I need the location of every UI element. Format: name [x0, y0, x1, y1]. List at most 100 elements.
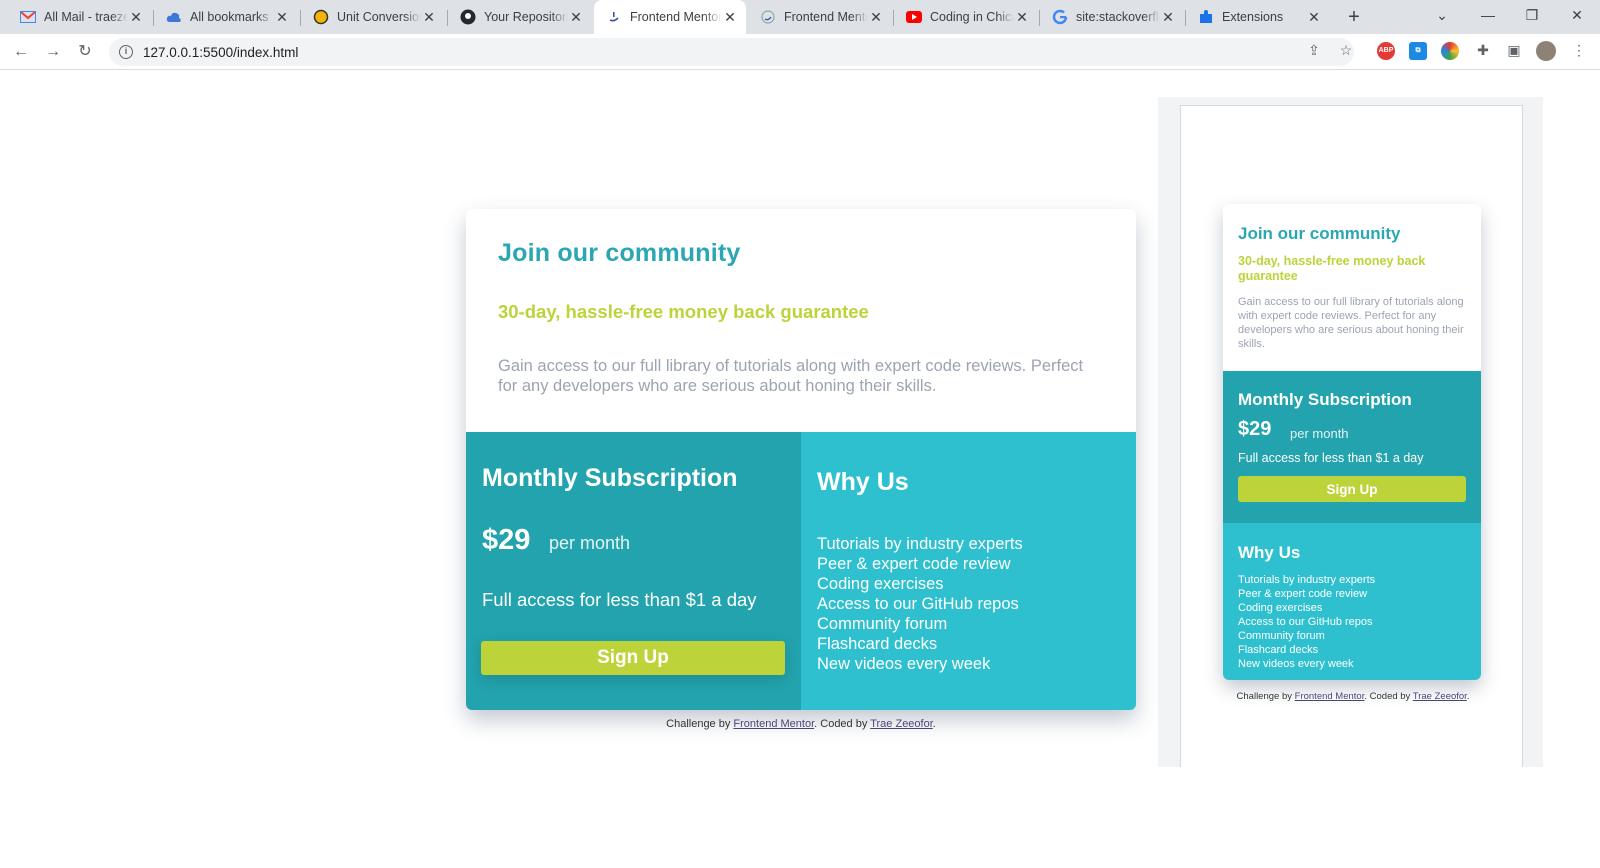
list-item: Tutorials by industry experts [817, 535, 1023, 553]
tab-label: Frontend Mentor [784, 10, 868, 24]
mobile-why-us-panel: Why Us Tutorials by industry experts Pee… [1223, 523, 1481, 680]
tab-extensions[interactable]: Extensions ✕ [1186, 0, 1330, 34]
mobile-sign-up-button[interactable]: Sign Up [1238, 476, 1466, 502]
address-bar[interactable]: i 127.0.0.1:5500/index.html [109, 38, 1354, 66]
tab-github[interactable]: Your Repositories ✕ [448, 0, 592, 34]
bookmark-star-icon[interactable]: ☆ [1335, 39, 1357, 61]
close-icon[interactable]: ✕ [1306, 9, 1322, 26]
tab-youtube[interactable]: Coding in Chicago ✕ [894, 0, 1038, 34]
attribution-prefix: Challenge by [666, 718, 734, 730]
price-period: per month [549, 533, 631, 553]
frontend-mentor-link[interactable]: Frontend Mentor [733, 718, 814, 730]
mobile-subscription-panel: Monthly Subscription $29 per month Full … [1223, 371, 1481, 523]
close-icon[interactable]: ✕ [868, 9, 884, 26]
menu-kebab-icon[interactable]: ⋮ [1568, 39, 1590, 61]
author-link[interactable]: Trae Zeeofor [1413, 691, 1467, 702]
color-picker-icon[interactable] [1441, 42, 1459, 60]
tab-label: Frontend Mentor [630, 10, 722, 24]
tab-google-search[interactable]: site:stackoverflow ✕ [1040, 0, 1184, 34]
mobile-why-us-title: Why Us [1238, 543, 1301, 562]
side-panel-icon[interactable]: ▣ [1503, 39, 1525, 61]
url-text: 127.0.0.1:5500/index.html [143, 44, 299, 60]
subscription-title: Monthly Subscription [482, 464, 738, 492]
maximize-button[interactable]: ❐ [1510, 0, 1554, 34]
guarantee-text: 30-day, hassle-free money back guarantee [498, 301, 869, 322]
close-icon[interactable]: ✕ [1160, 9, 1176, 26]
frontend-mentor-icon [606, 9, 622, 25]
list-item: Access to our GitHub repos [1238, 616, 1373, 628]
tab-frontend-mentor-active[interactable]: Frontend Mentor ✕ [594, 0, 746, 34]
mobile-price-period: per month [1290, 426, 1349, 441]
tab-label: Extensions [1222, 10, 1284, 24]
attribution-suffix: . [1466, 691, 1470, 702]
tab-label: Coding in Chicago [930, 10, 1014, 24]
attribution-prefix: Challenge by [1236, 691, 1295, 702]
mobile-full-access-text: Full access for less than $1 a day [1238, 451, 1424, 465]
frontend-mentor-link[interactable]: Frontend Mentor [1295, 691, 1365, 702]
mobile-card-intro: Join our community 30-day, hassle-free m… [1223, 204, 1481, 371]
attribution: Challenge by Frontend Mentor. Coded by T… [466, 718, 1136, 730]
page-viewport: Join our community 30-day, hassle-free m… [0, 70, 1600, 868]
close-window-button[interactable]: ✕ [1555, 0, 1599, 34]
extension-icon[interactable]: ⧉ [1409, 42, 1427, 60]
list-item: Community forum [817, 615, 948, 633]
close-icon[interactable]: ✕ [274, 9, 290, 26]
mobile-description-text: Gain access to our full library of tutor… [1238, 296, 1464, 350]
mobile-preview-frame: Join our community 30-day, hassle-free m… [1180, 105, 1523, 767]
tab-frontend-mentor[interactable]: Frontend Mentor ✕ [748, 0, 892, 34]
gmail-icon [20, 9, 36, 25]
mobile-card-title: Join our community [1238, 224, 1401, 243]
share-icon[interactable]: ⇪ [1303, 39, 1325, 61]
author-link[interactable]: Trae Zeeofor [870, 718, 933, 730]
reload-icon[interactable]: ↻ [72, 39, 98, 65]
list-item: Peer & expert code review [1238, 588, 1368, 600]
puzzle-icon [1198, 9, 1214, 25]
price: $29 [482, 524, 531, 556]
community-card: Join our community 30-day, hassle-free m… [466, 209, 1136, 710]
tab-label: Unit Conversion [337, 10, 421, 24]
why-us-title: Why Us [817, 468, 909, 496]
card-title: Join our community [498, 239, 741, 267]
list-item: Coding exercises [1238, 602, 1323, 614]
back-icon[interactable]: ← [8, 39, 34, 65]
close-icon[interactable]: ✕ [1014, 9, 1030, 26]
site-info-icon[interactable]: i [119, 45, 133, 59]
tab-bookmarks[interactable]: All bookmarks ✕ [154, 0, 298, 34]
list-item: Peer & expert code review [817, 555, 1011, 573]
list-item: Coding exercises [817, 575, 944, 593]
tab-gmail[interactable]: All Mail - traeze ✕ [8, 0, 152, 34]
why-us-panel: Why Us Tutorials by industry experts Pee… [801, 432, 1136, 710]
tab-label: site:stackoverflow [1076, 10, 1160, 24]
tab-label: All bookmarks [190, 10, 269, 24]
card-intro: Join our community 30-day, hassle-free m… [466, 209, 1136, 432]
google-icon [1052, 9, 1068, 25]
full-access-text: Full access for less than $1 a day [482, 589, 757, 610]
minimize-button[interactable]: — [1466, 0, 1510, 34]
tab-search-icon[interactable]: ⌄ [1420, 0, 1464, 34]
cloud-icon [166, 9, 182, 25]
tab-unit-conversion[interactable]: Unit Conversion ✕ [301, 0, 445, 34]
close-icon[interactable]: ✕ [128, 9, 144, 26]
tab-label: All Mail - traeze [44, 10, 128, 24]
new-tab-button[interactable]: + [1341, 4, 1367, 30]
mobile-why-us-list: Tutorials by industry experts Peer & exp… [1238, 573, 1375, 671]
list-item: New videos every week [817, 655, 991, 673]
subscription-panel: Monthly Subscription $29 per month Full … [466, 432, 801, 710]
browser-tab-bar: All Mail - traeze ✕ All bookmarks ✕ Unit… [0, 0, 1600, 34]
browser-toolbar: ← → ↻ i 127.0.0.1:5500/index.html ⇪ ☆ AB… [0, 34, 1600, 70]
description-text: Gain access to our full library of tutor… [498, 357, 1084, 395]
close-icon[interactable]: ✕ [568, 9, 584, 26]
forward-icon[interactable]: → [40, 39, 66, 65]
close-icon[interactable]: ✕ [722, 9, 738, 26]
mobile-preview-panel: Join our community 30-day, hassle-free m… [1158, 97, 1543, 767]
frontend-mentor-icon [760, 9, 776, 25]
list-item: Community forum [1238, 630, 1325, 642]
sign-up-button[interactable]: Sign Up [481, 641, 785, 675]
adblock-icon[interactable]: ABP [1377, 42, 1395, 60]
extensions-puzzle-icon[interactable]: ✚ [1472, 39, 1494, 61]
close-icon[interactable]: ✕ [421, 9, 437, 26]
mobile-guarantee-text: 30-day, hassle-free money back guarantee [1238, 254, 1426, 283]
avatar[interactable] [1536, 41, 1556, 61]
list-item: Tutorials by industry experts [1238, 574, 1376, 586]
mobile-attribution: Challenge by Frontend Mentor. Coded by T… [1203, 691, 1503, 702]
